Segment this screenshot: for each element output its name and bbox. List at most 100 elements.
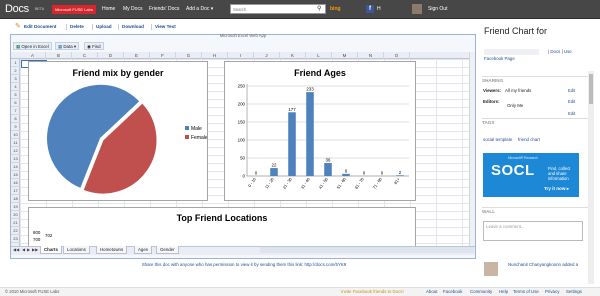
comment-input[interactable]: Leave a comment... xyxy=(483,221,583,241)
column-header[interactable]: D xyxy=(98,52,124,59)
tag-link[interactable]: social template xyxy=(483,137,512,142)
row-header[interactable]: 1 xyxy=(11,59,20,67)
first-sheet-arrow-icon[interactable]: ◀◀ xyxy=(13,247,19,252)
row-header[interactable]: 9 xyxy=(11,123,20,131)
column-header[interactable]: M xyxy=(332,52,358,59)
footer-link-about[interactable]: About xyxy=(426,289,437,294)
data-label: 2 xyxy=(399,170,402,175)
column-header[interactable]: L xyxy=(306,52,332,59)
next-sheet-arrow-icon[interactable]: ▶ xyxy=(27,247,30,252)
tab-locations[interactable]: Locations xyxy=(63,246,90,254)
nav-add-doc[interactable]: Add a Doc ▾ xyxy=(186,6,213,12)
row-header[interactable]: 3 xyxy=(11,75,20,83)
ages-chart[interactable]: Friend Ages 0 50 100 150 200 250 0 0 - 10 22 11 -… xyxy=(224,61,416,201)
row-header[interactable]: 6 xyxy=(11,99,20,107)
column-header[interactable]: A xyxy=(20,52,46,59)
wall-activity-item[interactable]: Nunchanit Chanyangkoonn added a xyxy=(508,262,588,267)
column-header[interactable]: O xyxy=(384,52,410,59)
author-links[interactable]: | Docs | Use xyxy=(548,49,572,54)
view-text-button[interactable]: View Text xyxy=(155,24,176,29)
tab-gender[interactable]: Gender xyxy=(156,246,179,254)
row-header[interactable]: 2 xyxy=(11,67,20,75)
row-header[interactable]: 11 xyxy=(11,139,20,147)
facebook-page-link[interactable]: Facebook Page xyxy=(484,56,515,61)
bing-logo[interactable]: bing xyxy=(330,6,341,12)
last-sheet-arrow-icon[interactable]: ▶▶ xyxy=(32,247,38,252)
delete-button[interactable]: Delete xyxy=(70,24,84,29)
y-tick-label: 100 xyxy=(238,138,246,143)
column-header[interactable]: F xyxy=(150,52,176,59)
footer-link-help[interactable]: Help xyxy=(499,289,508,294)
row-header[interactable]: 5 xyxy=(11,91,20,99)
tab-ages[interactable]: Ages xyxy=(134,246,153,254)
nav-my-docs[interactable]: My Docs xyxy=(123,6,142,12)
spreadsheet-grid[interactable]: ABCDEFGHIJKLMNO 1 2 3 4 5 6 7 8 9 10 11 12 13 14 15 16 1… xyxy=(11,52,475,246)
download-button[interactable]: Download xyxy=(122,24,144,29)
sheet-horizontal-scrollbar[interactable] xyxy=(260,247,474,253)
sign-out-link[interactable]: Sign Out xyxy=(428,6,447,12)
user-name[interactable]: H xyxy=(377,6,381,12)
edit-viewers-link[interactable]: Edit xyxy=(568,88,575,93)
row-header[interactable]: 7 xyxy=(11,107,20,115)
tab-hometowns[interactable]: Hometowns xyxy=(96,246,128,254)
row-header[interactable]: 17 xyxy=(11,187,20,195)
row-header[interactable]: 4 xyxy=(11,83,20,91)
row-header[interactable]: 12 xyxy=(11,147,20,155)
scrollbar-thumb[interactable] xyxy=(589,74,593,104)
row-header[interactable]: 21 xyxy=(11,219,20,227)
open-in-excel-button[interactable]: ▦ Open in Excel xyxy=(13,42,52,50)
row-header[interactable]: 8 xyxy=(11,115,20,123)
column-header[interactable]: J xyxy=(254,52,280,59)
gender-chart[interactable]: Friend mix by gender Male Female xyxy=(28,61,208,201)
row-header[interactable]: 14 xyxy=(11,163,20,171)
row-header[interactable]: 19 xyxy=(11,203,20,211)
column-header[interactable]: G xyxy=(176,52,202,59)
footer-link-terms[interactable]: Terms of Use xyxy=(513,289,539,294)
magnifier-icon[interactable]: ⚲ xyxy=(317,6,321,12)
docs-logo[interactable]: Docs xyxy=(5,3,29,15)
try-it-now-button[interactable]: Try it now ▸ xyxy=(544,186,569,192)
row-header[interactable]: 13 xyxy=(11,155,20,163)
open-in-excel-label: Open in Excel xyxy=(21,44,49,49)
footer-link-community[interactable]: Community xyxy=(470,289,492,294)
column-header[interactable]: C xyxy=(72,52,98,59)
fuse-labs-badge[interactable]: Microsoft FUSE Labs xyxy=(52,5,96,14)
row-header[interactable]: 18 xyxy=(11,195,20,203)
excel-app-title: Microsoft Excel Web App xyxy=(219,33,267,38)
footer-link-privacy[interactable]: Privacy xyxy=(545,289,559,294)
column-header[interactable]: I xyxy=(228,52,254,59)
tab-charts[interactable]: Charts xyxy=(40,246,62,254)
row-header[interactable]: 15 xyxy=(11,171,20,179)
row-header[interactable]: 16 xyxy=(11,179,20,187)
row-header[interactable]: 20 xyxy=(11,211,20,219)
edit-editors-link[interactable]: Edit xyxy=(568,99,575,104)
footer-link-facebook[interactable]: Facebook xyxy=(443,289,462,294)
column-header[interactable]: H xyxy=(202,52,228,59)
find-button[interactable]: ◉ Find xyxy=(84,42,104,50)
column-header[interactable]: N xyxy=(358,52,384,59)
avatar[interactable] xyxy=(484,262,498,276)
upload-button[interactable]: Upload xyxy=(96,24,112,29)
nav-home[interactable]: Home xyxy=(102,6,115,12)
invite-friends-link[interactable]: Invite Facebook friends to Docs! xyxy=(341,289,404,294)
row-header[interactable]: 10 xyxy=(11,131,20,139)
facebook-icon[interactable]: f xyxy=(366,5,374,13)
data-menu-button[interactable]: ▦ Data ▾ xyxy=(55,42,80,50)
column-header[interactable]: K xyxy=(280,52,306,59)
column-header[interactable]: B xyxy=(46,52,72,59)
edit-tags-link[interactable]: Edit xyxy=(568,111,575,116)
x-tick-label: 61 - 70 xyxy=(354,176,366,190)
prev-sheet-arrow-icon[interactable]: ◀ xyxy=(22,247,25,252)
sheet-vertical-scrollbar[interactable] xyxy=(469,52,475,246)
row-header[interactable]: 22 xyxy=(11,227,20,235)
avatar[interactable] xyxy=(412,4,422,14)
edit-document-button[interactable]: Edit Document xyxy=(24,24,56,29)
tag-link[interactable]: friend chart xyxy=(518,137,540,142)
footer-link-settings[interactable]: Settings xyxy=(566,289,582,294)
share-link-text[interactable]: Share this doc with anyone who has permi… xyxy=(0,262,488,267)
row-header[interactable]: 23 xyxy=(11,235,20,243)
locations-chart[interactable]: Top Friend Locations 800 700 702 xyxy=(28,207,416,246)
nav-friends-docs[interactable]: Friends' Docs xyxy=(149,6,179,12)
search-input[interactable]: Search xyxy=(230,4,326,14)
column-header[interactable]: E xyxy=(124,52,150,59)
